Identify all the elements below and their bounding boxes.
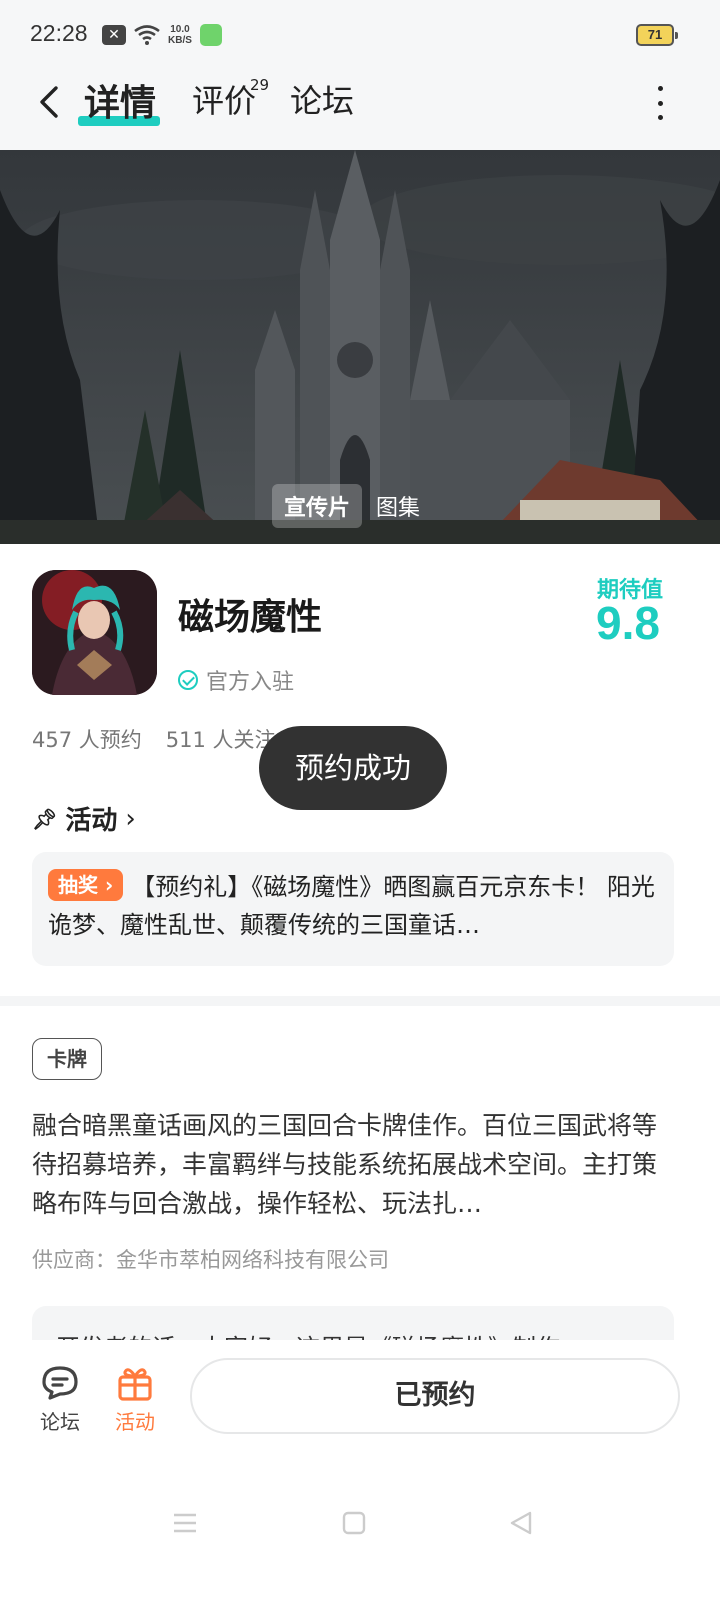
chevron-right-icon: › xyxy=(125,803,136,834)
tab-gallery[interactable]: 图集 xyxy=(372,484,424,528)
follower-count: 511 人关注 xyxy=(165,728,276,752)
official-badge: 官方入驻 xyxy=(178,664,294,696)
verified-check-icon xyxy=(178,670,198,690)
game-stats: 457 人预约 511 人关注 xyxy=(32,724,276,754)
forum-button[interactable]: 论坛 xyxy=(30,1362,90,1435)
notification-close-icon: ✕ xyxy=(102,25,126,45)
activity-section-header[interactable]: 📌︎ 活动 › xyxy=(32,800,136,837)
genre-tag[interactable]: 卡牌 xyxy=(32,1038,102,1080)
wifi-icon xyxy=(134,25,160,45)
supplier-info: 供应商：金华市萃柏网络科技有限公司 xyxy=(32,1248,389,1272)
more-options-icon[interactable] xyxy=(650,86,670,120)
forum-label: 论坛 xyxy=(40,1410,80,1434)
back-arrow-icon[interactable] xyxy=(30,82,70,122)
bottom-action-bar: 论坛 活动 已预约 xyxy=(0,1340,720,1448)
tab-review[interactable]: 评价 xyxy=(192,76,256,122)
top-nav: 详情 评价 29 论坛 xyxy=(0,72,720,150)
tab-forum[interactable]: 论坛 xyxy=(290,76,354,122)
activity-title: 活动 xyxy=(65,806,118,836)
game-title: 磁场魔性 xyxy=(178,597,323,638)
activity-card[interactable]: 抽奖 › 【预约礼】《磁场魔性》晒图赢百元京东卡！ 阳光诡梦、魔性乱世、颠覆传统的… xyxy=(32,852,674,966)
toast-message: 预约成功 xyxy=(259,726,447,810)
game-description[interactable]: 融合暗黑童话画风的三国回合卡牌佳作。百位三国武将等待招募培养，丰富羁绊与技能系统… xyxy=(32,1106,672,1223)
network-speed: 10.0 KB/S xyxy=(168,24,192,46)
status-time: 22:28 xyxy=(30,20,88,46)
review-count: 29 xyxy=(250,76,270,94)
tab-detail[interactable]: 详情 xyxy=(84,74,156,126)
tab-trailer[interactable]: 宣传片 xyxy=(272,484,363,528)
activity-label: 活动 xyxy=(115,1410,155,1434)
gift-icon xyxy=(118,1368,152,1401)
game-app-icon[interactable] xyxy=(32,570,157,695)
media-switch: 宣传片 图集 xyxy=(272,484,424,528)
home-icon[interactable] xyxy=(341,1510,367,1536)
status-bar: 22:28 ✕ 10.0 KB/S 71 xyxy=(0,0,720,72)
official-label: 官方入驻 xyxy=(206,670,295,695)
developer-note-card[interactable]: 开发者的话：大家好，这里是《磁场魔性》制作 xyxy=(32,1306,674,1340)
reserved-button[interactable]: 已预约 xyxy=(190,1358,680,1434)
system-nav-bar xyxy=(0,1448,720,1600)
menu-icon[interactable] xyxy=(172,1510,198,1536)
battery-icon: 71 xyxy=(636,24,678,46)
lottery-badge: 抽奖 › xyxy=(48,869,124,901)
developer-note-text: 开发者的话：大家好，这里是《磁场魔性》制作 xyxy=(56,1328,560,1340)
activity-button[interactable]: 活动 xyxy=(105,1362,165,1435)
activity-text: 【预约礼】《磁场魔性》晒图赢百元京东卡！ 阳光诡梦、魔性乱世、颠覆传统的三国童话… xyxy=(48,873,655,939)
expect-score: 9.8 xyxy=(596,597,660,649)
back-triangle-icon[interactable] xyxy=(508,1510,534,1536)
forum-chat-icon xyxy=(42,1366,78,1400)
reservation-count: 457 人预约 xyxy=(32,728,142,752)
app-notification-icon xyxy=(199,24,222,46)
status-icons: ✕ 10.0 KB/S xyxy=(102,24,222,46)
section-divider xyxy=(0,996,720,1006)
pin-icon: 📌︎ xyxy=(32,806,58,831)
